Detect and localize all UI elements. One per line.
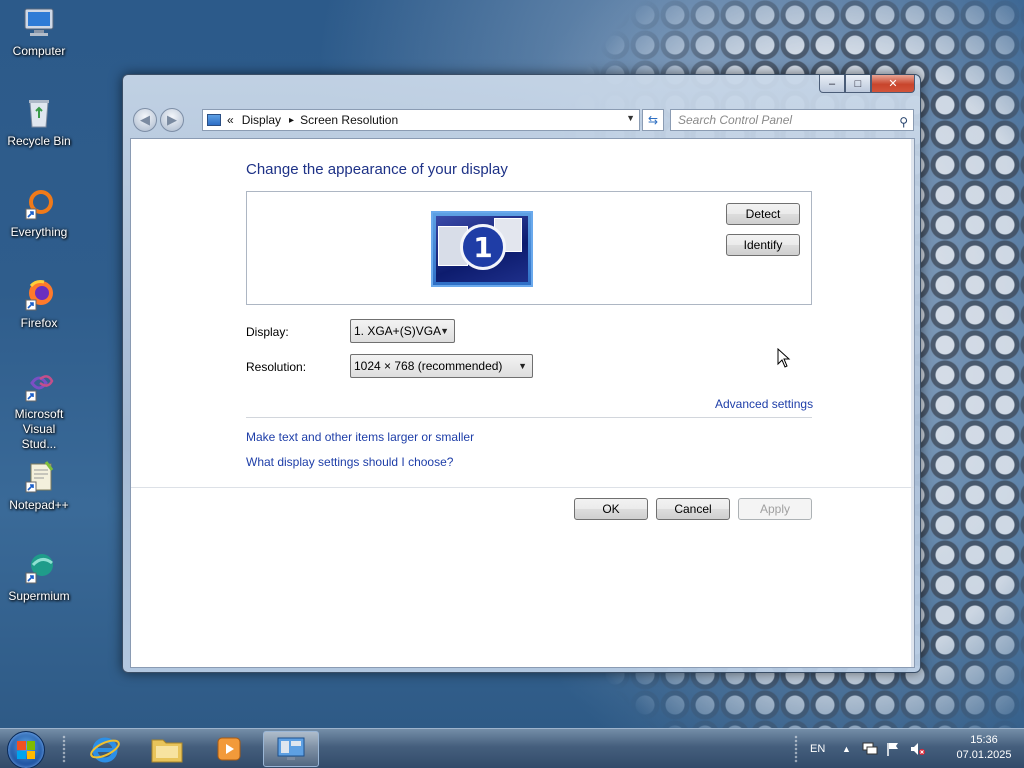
- screen-resolution-window: – □ ✕ ◀ ▶ « Display ▸ Screen Resolution …: [122, 74, 921, 673]
- taskbar-control-panel[interactable]: [263, 731, 319, 767]
- desktop-icon-firefox[interactable]: Firefox: [4, 278, 74, 331]
- minimize-icon: –: [828, 77, 836, 90]
- footer-divider: [131, 487, 914, 488]
- navigation-bar: ◀ ▶ « Display ▸ Screen Resolution ▼ ⇆ Se…: [130, 106, 914, 134]
- firefox-icon: [22, 278, 56, 312]
- system-clock[interactable]: 15:36 07.01.2025: [952, 733, 1016, 763]
- divider: [246, 417, 812, 418]
- resolution-select[interactable]: 1024 × 768 (recommended) ▼: [350, 354, 533, 378]
- caption-buttons: – □ ✕: [819, 75, 915, 93]
- close-button[interactable]: ✕: [871, 75, 915, 93]
- taskbar: EN ▲ 15:36 07.01.2025: [0, 728, 1024, 768]
- monitor-1-icon[interactable]: 1: [431, 211, 533, 287]
- supermium-icon: [22, 551, 56, 585]
- refresh-icon: ⇆: [647, 113, 659, 127]
- forward-arrow-icon: ▶: [167, 112, 177, 127]
- start-button[interactable]: [7, 731, 45, 768]
- taskbar-windows-explorer[interactable]: [139, 731, 195, 767]
- desktop-icon-label: Supermium: [8, 589, 70, 603]
- breadcrumb-display[interactable]: Display: [242, 113, 281, 127]
- monitor-screen: 1: [436, 216, 528, 282]
- identify-button[interactable]: Identify: [726, 234, 800, 256]
- tray-grip[interactable]: [794, 735, 798, 763]
- desktop-icon-label: Microsoft Visual Stud...: [14, 407, 64, 451]
- search-placeholder: Search Control Panel: [678, 113, 793, 127]
- address-dropdown-icon[interactable]: ▼: [626, 113, 635, 123]
- computer-icon: [22, 6, 56, 40]
- breadcrumb-screen-resolution[interactable]: Screen Resolution: [300, 113, 398, 127]
- desktop-icon-supermium[interactable]: Supermium: [4, 551, 74, 604]
- desktop-icon-label: Recycle Bin: [7, 134, 71, 148]
- desktop-icon-label: Notepad++: [9, 498, 69, 512]
- resolution-label: Resolution:: [246, 360, 307, 374]
- refresh-button[interactable]: ⇆: [642, 109, 664, 131]
- desktop-icon-visual-studio[interactable]: Microsoft Visual Stud...: [4, 369, 74, 452]
- content-area: Change the appearance of your display 1 …: [130, 138, 915, 668]
- language-indicator[interactable]: EN: [810, 729, 825, 768]
- show-hidden-icons-button[interactable]: ▲: [842, 729, 851, 768]
- network-icon[interactable]: [862, 729, 878, 768]
- chevron-down-icon: ▼: [440, 326, 449, 336]
- mouse-cursor-icon: [777, 348, 791, 368]
- taskbar-media-player[interactable]: [201, 731, 257, 767]
- taskbar-internet-explorer[interactable]: [77, 731, 133, 767]
- notepad-plus-plus-icon: [22, 460, 56, 494]
- text-size-link[interactable]: Make text and other items larger or smal…: [246, 430, 474, 444]
- display-label: Display:: [246, 325, 289, 339]
- breadcrumb-overflow[interactable]: «: [227, 113, 234, 127]
- display-select-value: 1. XGA+(S)VGA: [354, 324, 442, 338]
- apply-button[interactable]: Apply: [738, 498, 812, 520]
- media-player-icon: [217, 737, 241, 761]
- desktop-icon-label: Firefox: [20, 316, 58, 330]
- taskbar-grip[interactable]: [62, 735, 66, 763]
- back-button[interactable]: ◀: [133, 108, 157, 132]
- monitor-number-badge: 1: [460, 224, 506, 270]
- clock-time: 15:36: [970, 734, 998, 746]
- display-select[interactable]: 1. XGA+(S)VGA ▼: [350, 319, 455, 343]
- internet-explorer-icon: [90, 737, 120, 763]
- display-settings-help-link[interactable]: What display settings should I choose?: [246, 455, 453, 469]
- page-title: Change the appearance of your display: [246, 161, 508, 178]
- desktop-icon-label: Everything: [10, 225, 68, 239]
- breadcrumb-separator-icon[interactable]: ▸: [289, 115, 294, 126]
- visual-studio-icon: [22, 369, 56, 403]
- desktop-icon-notepad-plus-plus[interactable]: Notepad++: [4, 460, 74, 513]
- maximize-button[interactable]: □: [845, 75, 871, 93]
- minimize-button[interactable]: –: [819, 75, 845, 93]
- maximize-icon: □: [854, 77, 862, 90]
- folder-icon: [151, 739, 183, 763]
- desktop-icon-label: Computer: [12, 44, 66, 58]
- desktop-icon-everything[interactable]: Everything: [4, 187, 74, 240]
- recycle-bin-icon: [22, 96, 56, 130]
- desktop-icon-recycle-bin[interactable]: Recycle Bin: [4, 96, 74, 149]
- search-input[interactable]: Search Control Panel ⚲: [670, 109, 914, 131]
- chevron-down-icon: ▼: [518, 361, 527, 371]
- cancel-button[interactable]: Cancel: [656, 498, 730, 520]
- display-settings-icon: [277, 737, 305, 760]
- volume-muted-icon[interactable]: [910, 729, 926, 768]
- action-center-flag-icon[interactable]: [886, 729, 900, 768]
- display-preview-panel: 1 Detect Identify: [246, 191, 812, 305]
- resolution-select-value: 1024 × 768 (recommended): [354, 359, 503, 373]
- ok-button[interactable]: OK: [574, 498, 648, 520]
- windows-logo-icon: [17, 741, 35, 759]
- address-bar[interactable]: « Display ▸ Screen Resolution ▼: [202, 109, 640, 131]
- everything-icon: [22, 187, 56, 221]
- control-panel-icon: [207, 114, 221, 126]
- advanced-settings-link[interactable]: Advanced settings: [715, 397, 813, 411]
- detect-button[interactable]: Detect: [726, 203, 800, 225]
- close-icon: ✕: [888, 78, 898, 90]
- back-arrow-icon: ◀: [140, 112, 150, 127]
- search-icon[interactable]: ⚲: [899, 112, 908, 132]
- clock-date: 07.01.2025: [956, 749, 1012, 761]
- forward-button[interactable]: ▶: [160, 108, 184, 132]
- scrollbar[interactable]: [911, 139, 914, 667]
- desktop-icon-computer[interactable]: Computer: [4, 6, 74, 59]
